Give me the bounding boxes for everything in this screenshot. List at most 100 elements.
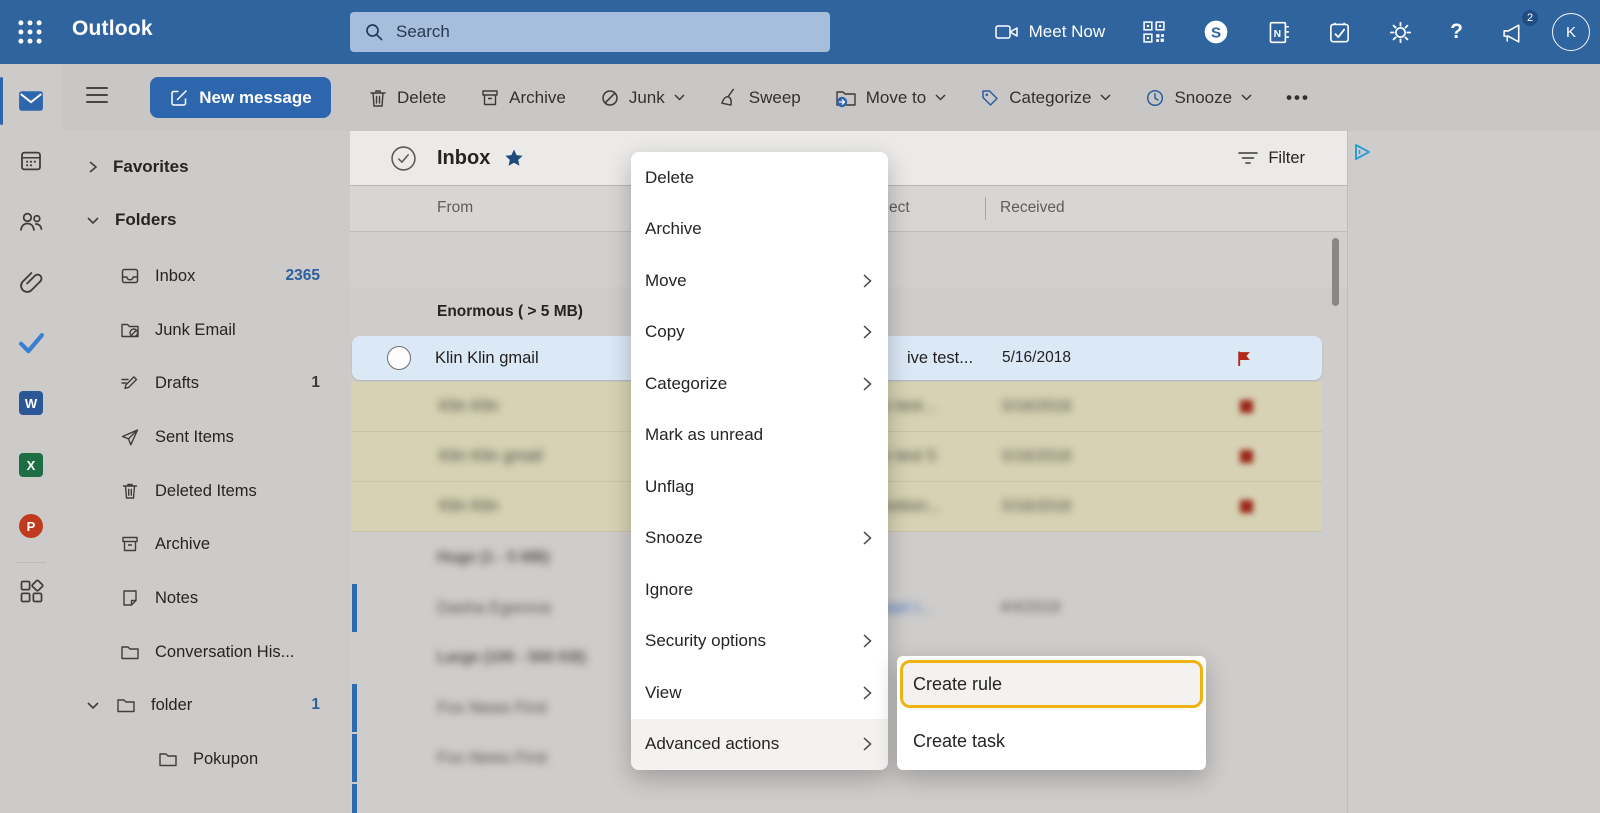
- email-row-partial[interactable]: [350, 783, 1347, 813]
- column-from[interactable]: From: [437, 199, 473, 217]
- notification-badge: 2: [1520, 8, 1540, 28]
- sidebar-item-conversation-history[interactable]: Conversation His...: [62, 631, 350, 673]
- qr-scan-button[interactable]: [1131, 8, 1177, 56]
- excel-icon: X: [19, 453, 43, 477]
- brand-title: Outlook: [72, 17, 153, 41]
- collapse-pane-button[interactable]: [86, 87, 108, 108]
- sidebar-item-pokupon[interactable]: Pokupon: [62, 738, 350, 780]
- broom-icon: [719, 88, 740, 107]
- menu-archive[interactable]: Archive: [631, 204, 888, 256]
- toolbar-archive[interactable]: Archive: [480, 88, 566, 108]
- toolbar-sweep[interactable]: Sweep: [719, 88, 801, 108]
- rail-divider: [16, 562, 46, 563]
- create-rule-label: Create rule: [913, 674, 1002, 695]
- menu-move[interactable]: Move: [631, 255, 888, 307]
- column-divider: [985, 197, 986, 220]
- select-all-button[interactable]: [390, 145, 417, 172]
- submenu-create-task[interactable]: Create task: [897, 716, 1206, 766]
- rail-people[interactable]: [0, 197, 62, 245]
- column-received[interactable]: Received: [1000, 199, 1065, 217]
- toolbar-categorize[interactable]: Categorize: [980, 88, 1111, 108]
- filter-icon: [1238, 151, 1258, 165]
- sidebar-item-sent[interactable]: Sent Items: [62, 416, 350, 458]
- sidebar-item-deleted[interactable]: Deleted Items: [62, 470, 350, 512]
- folders-section[interactable]: Folders: [62, 199, 350, 241]
- menu-archive-label: Archive: [645, 219, 702, 239]
- toolbar-overflow[interactable]: •••: [1286, 88, 1310, 108]
- account-avatar[interactable]: K: [1552, 13, 1590, 51]
- flag-icon[interactable]: [1236, 350, 1253, 367]
- menu-move-label: Move: [645, 271, 687, 291]
- pokupon-label: Pokupon: [193, 750, 258, 769]
- filter-button[interactable]: Filter: [1238, 149, 1305, 168]
- row-from: Klin Klin gmail: [435, 349, 539, 368]
- menu-security-options[interactable]: Security options: [631, 616, 888, 668]
- trash-icon: [120, 481, 140, 501]
- settings-button[interactable]: [1377, 8, 1424, 56]
- help-button[interactable]: ?: [1438, 8, 1475, 56]
- onenote-button[interactable]: N: [1255, 8, 1302, 56]
- toolbar-move-to-label: Move to: [866, 88, 926, 108]
- toolbar-junk-label: Junk: [629, 88, 665, 108]
- menu-unflag[interactable]: Unflag: [631, 461, 888, 513]
- app-launcher-button[interactable]: [17, 19, 45, 47]
- mail-icon: [18, 90, 44, 112]
- rail-more-apps[interactable]: [0, 567, 62, 615]
- menu-advanced-actions[interactable]: Advanced actions: [631, 719, 888, 771]
- todo-tasks-button[interactable]: [1316, 8, 1363, 56]
- favorite-star-icon[interactable]: [504, 148, 524, 168]
- chevron-right-icon: [88, 160, 98, 174]
- sidebar-item-notes[interactable]: Notes: [62, 577, 350, 619]
- list-title: Inbox: [437, 147, 490, 170]
- meet-now-button[interactable]: Meet Now: [983, 8, 1118, 56]
- toolbar-move-to[interactable]: Move to: [835, 88, 946, 108]
- new-message-button[interactable]: New message: [150, 77, 331, 118]
- sidebar-item-inbox[interactable]: Inbox 2365: [62, 255, 350, 297]
- favorites-section[interactable]: Favorites: [62, 146, 350, 188]
- video-camera-icon: [995, 23, 1019, 41]
- rail-excel[interactable]: X: [0, 441, 62, 489]
- rail-files[interactable]: [0, 258, 62, 306]
- sidebar-item-archive[interactable]: Archive: [62, 523, 350, 565]
- menu-delete[interactable]: Delete: [631, 152, 888, 204]
- list-scrollbar[interactable]: [1332, 238, 1339, 306]
- submenu-create-rule[interactable]: Create rule: [900, 660, 1203, 708]
- menu-mark-as-unread[interactable]: Mark as unread: [631, 410, 888, 462]
- row-from-blurred: Klin Klin gmail: [439, 447, 543, 466]
- rail-word[interactable]: W: [0, 379, 62, 427]
- menu-snooze[interactable]: Snooze: [631, 513, 888, 565]
- skype-icon: S: [1203, 19, 1229, 45]
- folder-label: folder: [151, 696, 192, 715]
- menu-copy[interactable]: Copy: [631, 307, 888, 359]
- folder-icon: [116, 695, 136, 715]
- send-icon: [120, 427, 140, 447]
- rail-mail[interactable]: [0, 77, 62, 125]
- row-received-blurred: 4/4/2018: [1000, 599, 1060, 617]
- rail-calendar[interactable]: [0, 137, 62, 185]
- menu-categorize[interactable]: Categorize: [631, 358, 888, 410]
- group-huge-label: Huge (1 - 5 MB): [437, 549, 550, 567]
- overflow-icon: •••: [1286, 88, 1310, 108]
- sidebar-item-folder[interactable]: folder 1: [62, 684, 350, 726]
- sidebar-item-drafts[interactable]: Drafts 1: [62, 362, 350, 404]
- row-received-blurred: 5/16/2018: [1002, 448, 1071, 466]
- toolbar-junk[interactable]: Junk: [600, 88, 685, 108]
- chevron-down-icon: [674, 94, 685, 101]
- rail-todo[interactable]: [0, 318, 62, 366]
- row-from-blurred: Fox News First: [437, 749, 547, 768]
- rail-powerpoint[interactable]: P: [0, 502, 62, 550]
- ad-choices-icon[interactable]: [1351, 141, 1373, 163]
- menu-ignore[interactable]: Ignore: [631, 564, 888, 616]
- row-checkbox[interactable]: [387, 346, 411, 370]
- skype-button[interactable]: S: [1191, 8, 1241, 56]
- sidebar-item-junk[interactable]: Junk Email: [62, 309, 350, 351]
- sent-label: Sent Items: [155, 428, 234, 447]
- deleted-label: Deleted Items: [155, 482, 257, 501]
- compose-icon: [169, 88, 189, 108]
- toolbar-delete[interactable]: Delete: [368, 88, 446, 108]
- search-input[interactable]: Search: [350, 12, 830, 52]
- toolbar-snooze[interactable]: Snooze: [1145, 88, 1252, 108]
- menu-view[interactable]: View: [631, 667, 888, 719]
- drafts-pen-icon: [120, 373, 140, 393]
- feedback-button[interactable]: 2: [1489, 8, 1538, 56]
